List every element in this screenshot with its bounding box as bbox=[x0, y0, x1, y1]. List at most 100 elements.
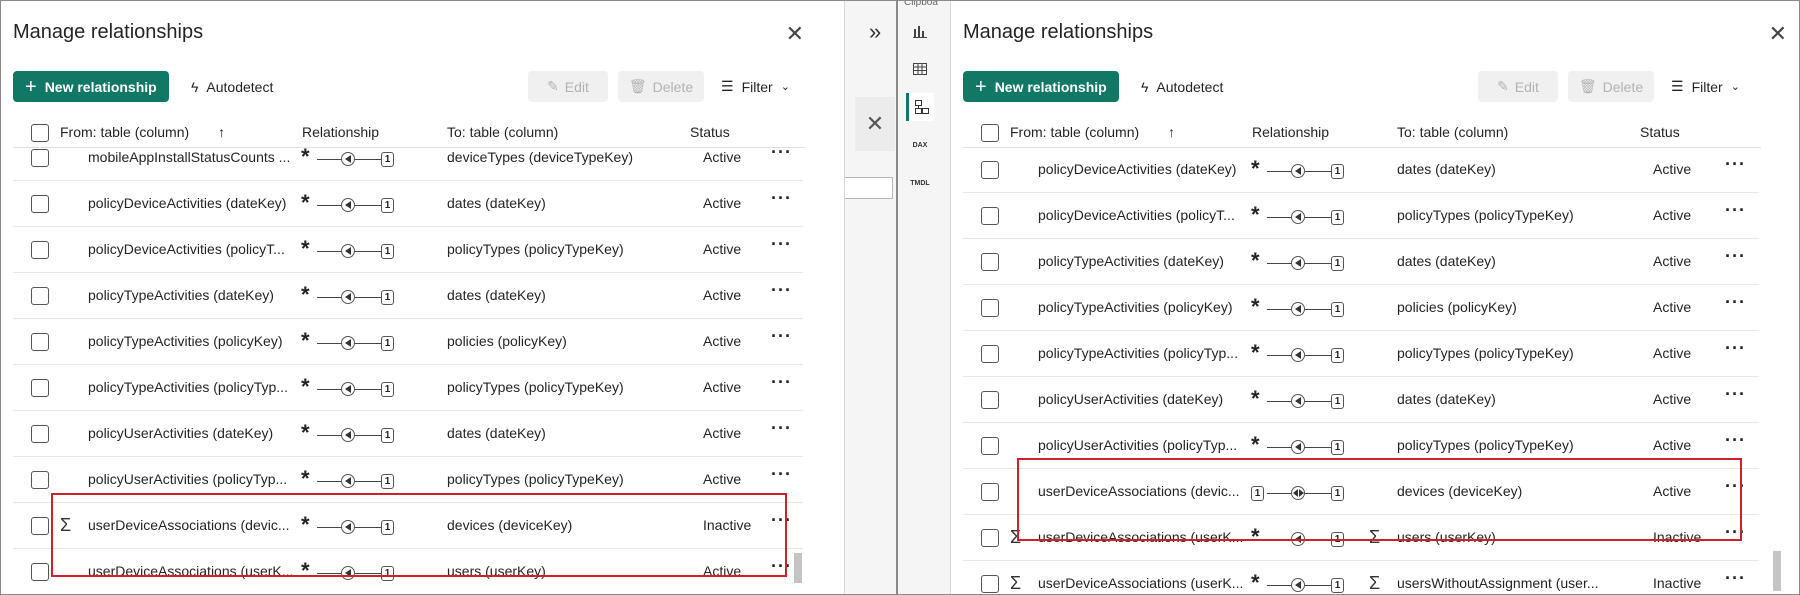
row-checkbox[interactable] bbox=[981, 391, 999, 409]
more-options-icon[interactable]: ··· bbox=[1725, 431, 1746, 449]
relationship-cardinality: * 1 bbox=[1251, 342, 1349, 365]
table-row[interactable]: policyUserActivities (policyTyp... * 1 poli… bbox=[13, 457, 803, 503]
more-options-icon[interactable]: ··· bbox=[771, 281, 792, 299]
filter-button[interactable]: ☰ Filter ⌄ bbox=[1671, 71, 1740, 102]
edit-button[interactable]: ✎ Edit bbox=[528, 71, 608, 102]
row-checkbox[interactable] bbox=[31, 563, 49, 581]
table-row[interactable]: userDeviceAssociations (userK... * 1 users … bbox=[13, 549, 803, 594]
more-options-icon[interactable]: ··· bbox=[1725, 523, 1746, 541]
new-relationship-button[interactable]: + New relationship bbox=[963, 71, 1119, 102]
row-checkbox[interactable] bbox=[981, 345, 999, 363]
delete-button[interactable]: 🗑 Delete bbox=[1568, 71, 1654, 102]
relationship-column-header[interactable]: Relationship bbox=[1252, 124, 1329, 140]
row-checkbox[interactable] bbox=[31, 517, 49, 535]
row-checkbox[interactable] bbox=[981, 161, 999, 179]
table-row[interactable]: policyUserActivities (dateKey) * 1 dates (d… bbox=[13, 411, 803, 457]
more-options-icon[interactable]: ··· bbox=[1725, 201, 1746, 219]
more-options-icon[interactable]: ··· bbox=[1725, 247, 1746, 265]
table-row[interactable]: policyTypeActivities (dateKey) * 1 dates (d… bbox=[963, 239, 1759, 285]
row-checkbox[interactable] bbox=[981, 299, 999, 317]
table-row[interactable]: policyTypeActivities (dateKey) * 1 dates (d… bbox=[13, 273, 803, 319]
table-row[interactable]: ΣuserDeviceAssociations (userK... * 1 Σuser… bbox=[963, 561, 1759, 594]
expand-chevron-icon[interactable]: » bbox=[869, 19, 881, 45]
table-row[interactable]: policyUserActivities (policyTyp... * 1 poli… bbox=[963, 423, 1759, 469]
plus-icon: + bbox=[25, 75, 37, 98]
tmdl-view-icon[interactable]: TMDL bbox=[906, 169, 934, 197]
more-options-icon[interactable]: ··· bbox=[771, 235, 792, 253]
row-checkbox[interactable] bbox=[981, 529, 999, 547]
row-checkbox[interactable] bbox=[981, 483, 999, 501]
more-options-icon[interactable]: ··· bbox=[771, 557, 792, 575]
row-checkbox[interactable] bbox=[31, 241, 49, 259]
status-value: Active bbox=[1653, 437, 1692, 453]
more-options-icon[interactable]: ··· bbox=[771, 511, 792, 529]
close-icon[interactable]: ✕ bbox=[786, 23, 804, 45]
select-all-checkbox[interactable] bbox=[981, 124, 999, 142]
toolbar: + New relationship ϟ Autodetect ✎ Edit 🗑… bbox=[963, 71, 1789, 103]
table-row[interactable]: policyTypeActivities (policyTyp... * 1 poli… bbox=[13, 365, 803, 411]
more-options-icon[interactable]: ··· bbox=[771, 327, 792, 345]
row-checkbox[interactable] bbox=[31, 287, 49, 305]
status-column-header[interactable]: Status bbox=[1640, 124, 1680, 140]
row-checkbox[interactable] bbox=[31, 379, 49, 397]
more-options-icon[interactable]: ··· bbox=[771, 419, 792, 437]
status-value: Active bbox=[1653, 161, 1692, 177]
from-column-header[interactable]: From: table (column) bbox=[1010, 124, 1139, 140]
table-row[interactable]: policyDeviceActivities (dateKey) * 1 dates … bbox=[13, 181, 803, 227]
row-checkbox[interactable] bbox=[981, 575, 999, 593]
autodetect-button[interactable]: ϟ Autodetect bbox=[1141, 71, 1223, 102]
more-options-icon[interactable]: ··· bbox=[1725, 293, 1746, 311]
row-checkbox[interactable] bbox=[981, 437, 999, 455]
row-checkbox[interactable] bbox=[31, 471, 49, 489]
row-checkbox[interactable] bbox=[31, 195, 49, 213]
cross-filter-single-icon bbox=[1291, 394, 1305, 408]
row-checkbox[interactable] bbox=[981, 207, 999, 225]
new-relationship-button[interactable]: + New relationship bbox=[13, 71, 169, 102]
screenshot-frame: Manage relationships ✕ + New relationshi… bbox=[0, 0, 1800, 595]
table-row[interactable]: userDeviceAssociations (devic... 1 1 device… bbox=[963, 469, 1759, 515]
row-checkbox[interactable] bbox=[981, 253, 999, 271]
more-options-icon[interactable]: ··· bbox=[1725, 477, 1746, 495]
table-row[interactable]: ΣuserDeviceAssociations (devic... * 1 devic… bbox=[13, 503, 803, 549]
close-icon[interactable]: ✕ bbox=[1769, 23, 1787, 45]
table-row[interactable]: policyTypeActivities (policyTyp... * 1 poli… bbox=[963, 331, 1759, 377]
autodetect-button[interactable]: ϟ Autodetect bbox=[191, 71, 273, 102]
report-view-icon[interactable] bbox=[906, 17, 934, 45]
row-checkbox[interactable] bbox=[31, 333, 49, 351]
table-row[interactable]: policyUserActivities (dateKey) * 1 dates (d… bbox=[963, 377, 1759, 423]
edit-label: Edit bbox=[564, 78, 589, 95]
table-row[interactable]: policyDeviceActivities (policyT... * 1 poli… bbox=[13, 227, 803, 273]
table-row[interactable]: mobileAppInstallStatusCounts ... * 1 device… bbox=[13, 135, 803, 181]
scrollbar[interactable] bbox=[1773, 551, 1781, 591]
table-view-icon[interactable] bbox=[906, 55, 934, 83]
more-options-icon[interactable]: ··· bbox=[771, 189, 792, 207]
close-icon[interactable]: ✕ bbox=[855, 97, 895, 151]
scrollbar[interactable] bbox=[794, 553, 802, 583]
delete-button[interactable]: 🗑 Delete bbox=[618, 71, 704, 102]
row-checkbox[interactable] bbox=[31, 149, 49, 167]
table-row[interactable]: policyTypeActivities (policyKey) * 1 polici… bbox=[963, 285, 1759, 331]
delete-label: Delete bbox=[1602, 78, 1644, 95]
to-column-header[interactable]: To: table (column) bbox=[1397, 124, 1508, 140]
table-row[interactable]: ΣuserDeviceAssociations (userK... * 1 Σuser… bbox=[963, 515, 1759, 561]
more-options-icon[interactable]: ··· bbox=[1725, 339, 1746, 357]
table-row[interactable]: policyDeviceActivities (dateKey) * 1 dates … bbox=[963, 147, 1759, 193]
more-options-icon[interactable]: ··· bbox=[771, 373, 792, 391]
more-options-icon[interactable]: ··· bbox=[1725, 155, 1746, 173]
more-options-icon[interactable]: ··· bbox=[771, 143, 792, 161]
cardinality-one-icon: 1 bbox=[1331, 256, 1344, 271]
more-options-icon[interactable]: ··· bbox=[1725, 385, 1746, 403]
row-checkbox[interactable] bbox=[31, 425, 49, 443]
table-row[interactable]: policyTypeActivities (policyKey) * 1 polici… bbox=[13, 319, 803, 365]
more-options-icon[interactable]: ··· bbox=[1725, 569, 1746, 587]
more-options-icon[interactable]: ··· bbox=[771, 465, 792, 483]
from-table-column: policyTypeActivities (policyKey) bbox=[88, 333, 283, 349]
side-pane-input[interactable] bbox=[845, 177, 893, 199]
from-table-column: policyDeviceActivities (policyT... bbox=[1038, 207, 1235, 223]
sort-ascending-icon[interactable]: ↑ bbox=[1168, 124, 1175, 140]
edit-button[interactable]: ✎ Edit bbox=[1478, 71, 1558, 102]
filter-button[interactable]: ☰ Filter ⌄ bbox=[721, 71, 790, 102]
dax-query-view-icon[interactable]: DAX bbox=[906, 131, 934, 159]
table-row[interactable]: policyDeviceActivities (policyT... * 1 poli… bbox=[963, 193, 1759, 239]
model-view-icon[interactable] bbox=[906, 93, 934, 121]
